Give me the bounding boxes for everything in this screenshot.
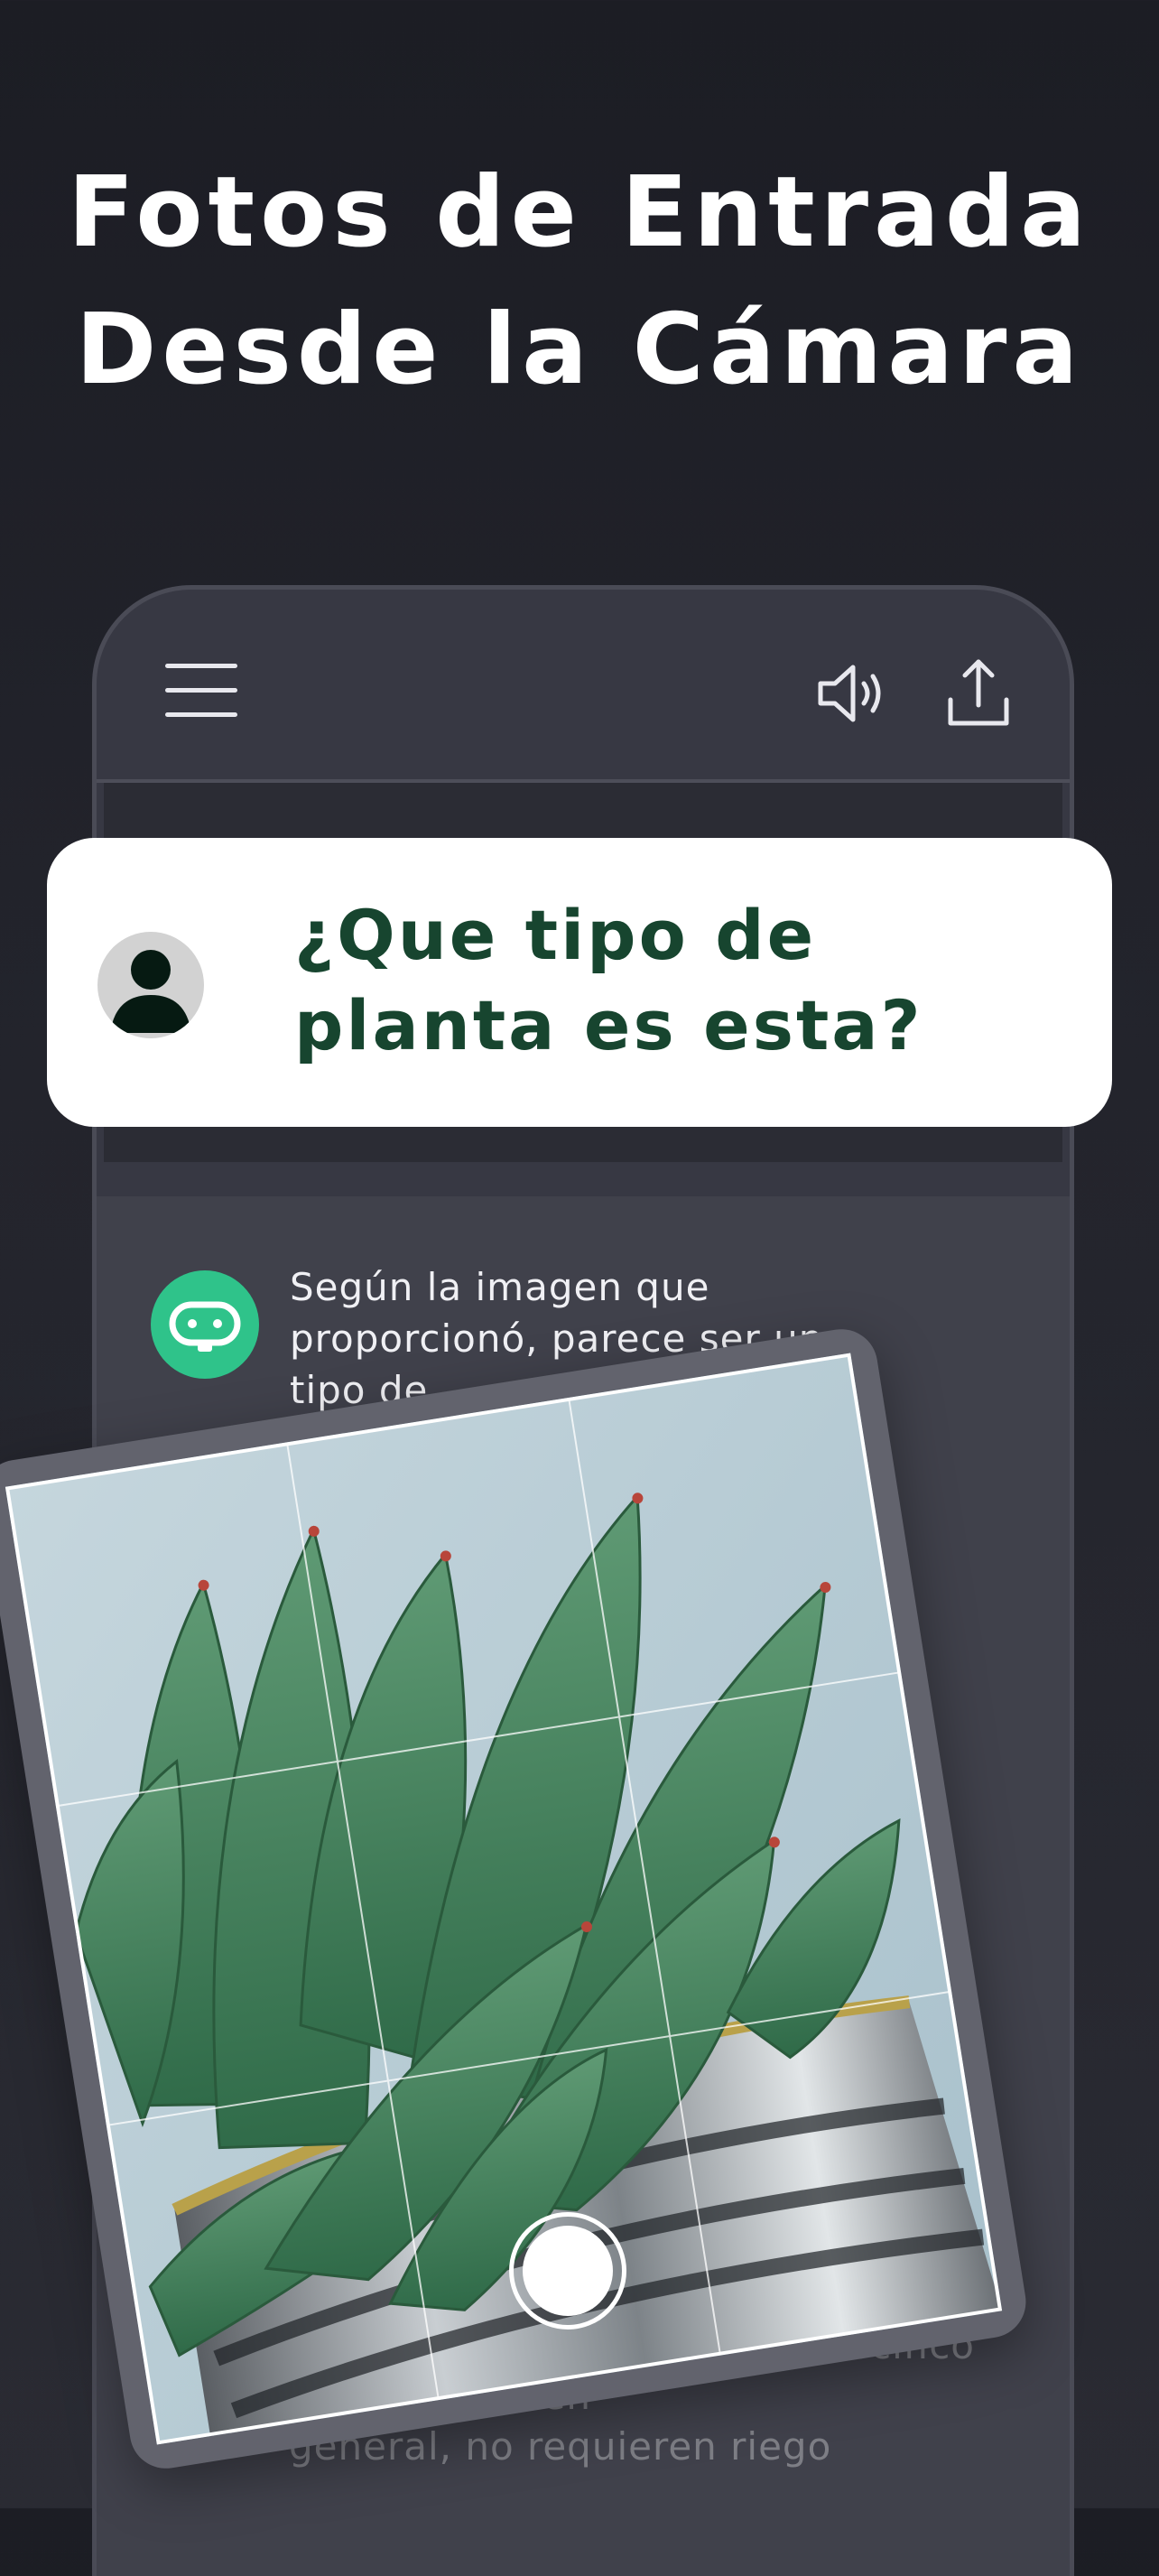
headline-line-2: Desde la Cámara xyxy=(75,293,1084,406)
menu-icon[interactable] xyxy=(165,664,237,720)
question-text: ¿Que tipo de planta es esta? xyxy=(294,890,1071,1071)
answer-line: Según la imagen que xyxy=(290,1265,710,1309)
question-line-1: ¿Que tipo de xyxy=(294,895,817,975)
user-avatar-icon xyxy=(97,932,204,1038)
question-line-2: planta es esta? xyxy=(294,985,923,1065)
bot-avatar-icon xyxy=(151,1270,259,1379)
headline: Fotos de Entrada Desde la Cámara xyxy=(0,144,1159,419)
shutter-button-icon[interactable] xyxy=(509,2212,626,2330)
camera-preview xyxy=(0,1324,1032,2474)
speaker-icon[interactable] xyxy=(810,653,891,734)
question-message: ¿Que tipo de planta es esta? xyxy=(47,838,1112,1127)
app-toolbar xyxy=(97,590,1070,783)
share-icon[interactable] xyxy=(938,653,1019,734)
headline-line-1: Fotos de Entrada xyxy=(67,156,1092,269)
plant-photo xyxy=(5,1353,1003,2445)
